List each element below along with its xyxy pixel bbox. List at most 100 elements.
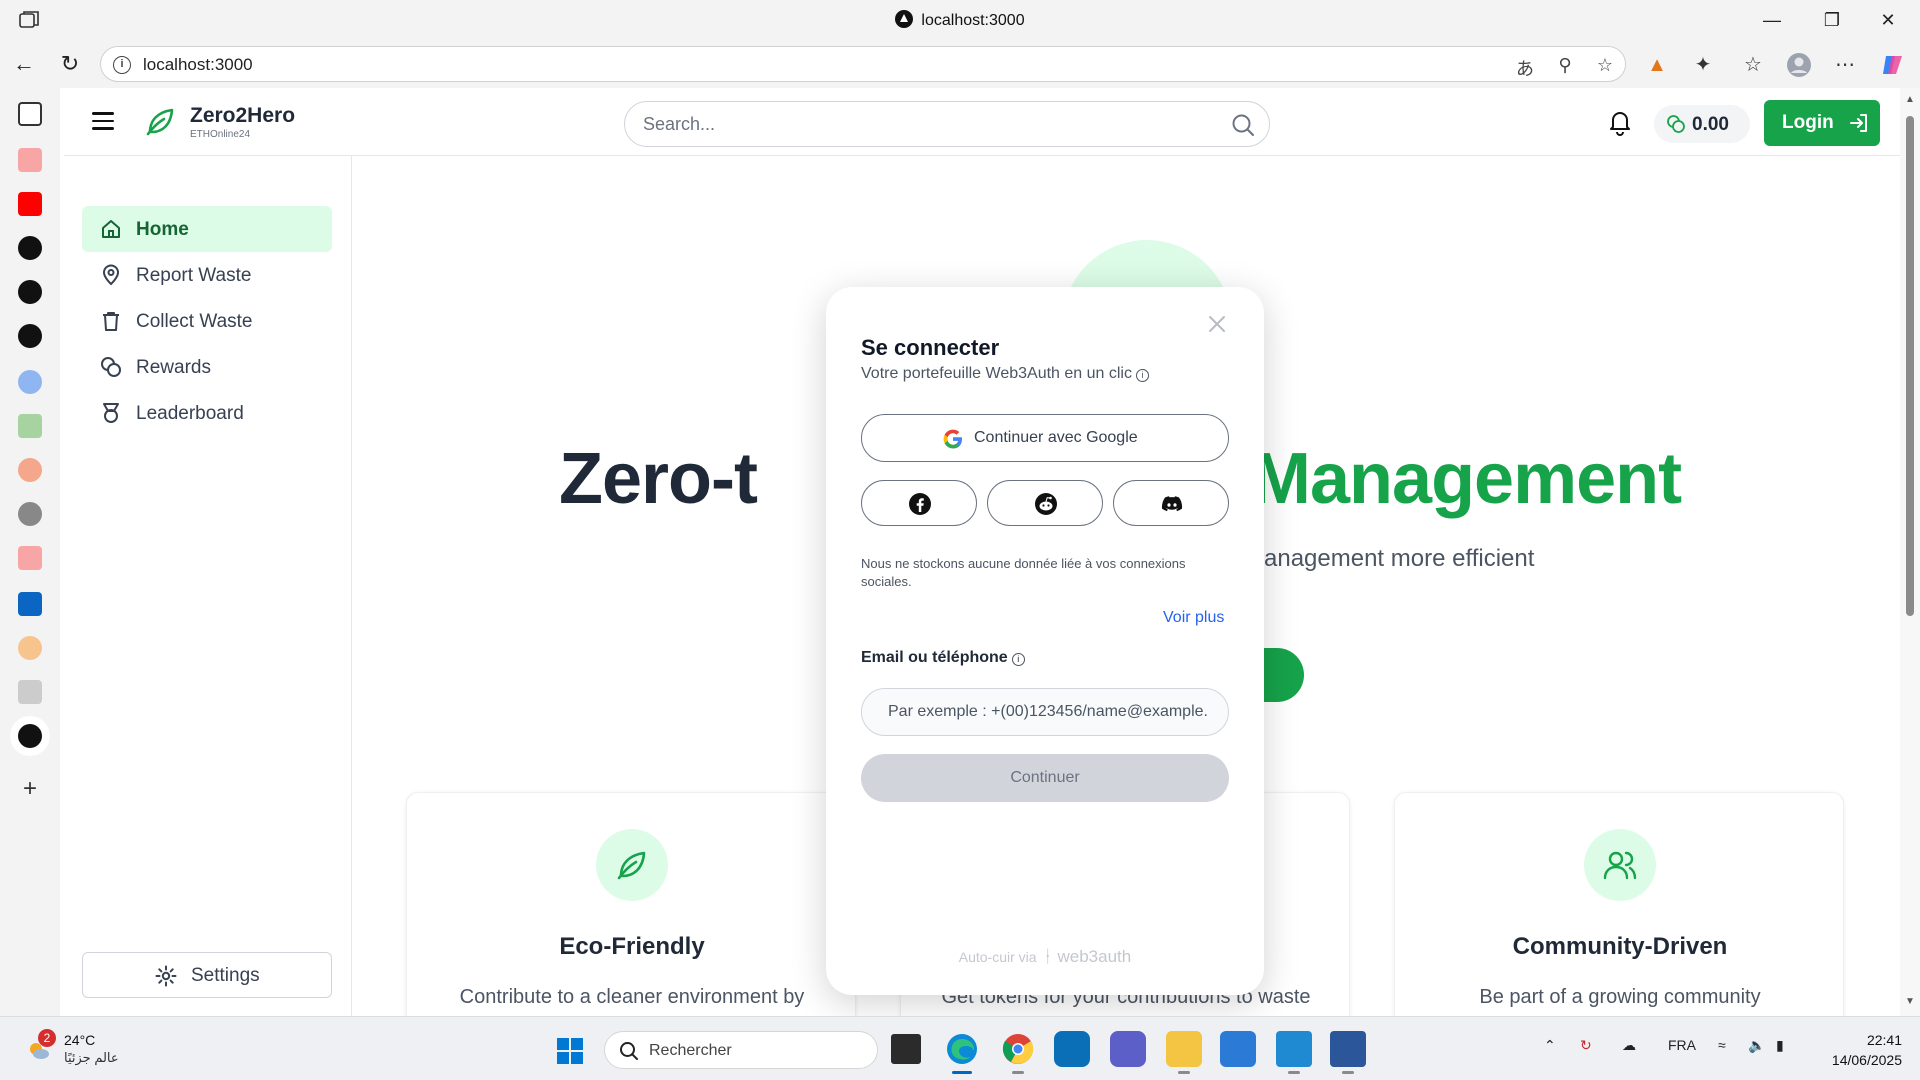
task-view-icon[interactable]	[888, 1031, 924, 1067]
store-icon[interactable]	[1220, 1031, 1256, 1067]
search-icon[interactable]	[1231, 113, 1255, 137]
weather-badge: 2	[38, 1029, 56, 1047]
dell-icon[interactable]	[1054, 1031, 1090, 1067]
google-login-button[interactable]: Continuer avec Google	[861, 414, 1229, 462]
facebook-tab-icon[interactable]	[18, 370, 42, 394]
scroll-down-icon[interactable]: ▼	[1904, 996, 1916, 1007]
facebook-login-button[interactable]	[861, 480, 977, 526]
sidebar: Home Report Waste Collect Waste Rewards …	[64, 156, 352, 1016]
sidebar-item-home[interactable]: Home	[82, 206, 332, 252]
file-explorer-icon[interactable]	[1166, 1031, 1202, 1074]
settings-button[interactable]: Settings	[82, 952, 332, 998]
nvidia-tab-icon[interactable]	[18, 414, 42, 438]
chrome-icon[interactable]	[1000, 1031, 1036, 1074]
site-info-icon[interactable]: i	[113, 56, 131, 74]
login-button[interactable]: Login	[1764, 100, 1880, 146]
info-icon[interactable]: i	[1135, 369, 1149, 382]
metamask-icon[interactable]: ▲	[1644, 52, 1670, 78]
onedrive-icon[interactable]: ☁	[1622, 1037, 1636, 1054]
chatgpt-tab-icon[interactable]	[18, 324, 42, 348]
feature-description: Be part of a growing community	[1479, 986, 1761, 1008]
email-label-text: Email ou téléphone	[861, 649, 1008, 666]
page-scrollbar[interactable]: ▲ ▼	[1900, 88, 1920, 1016]
balance-display[interactable]: 0.00	[1654, 105, 1750, 143]
tray-chevron-icon[interactable]: ⌃	[1544, 1037, 1556, 1054]
discord-login-button[interactable]	[1113, 480, 1229, 526]
modal-subtitle-text: Votre portefeuille Web3Auth en un clic	[861, 365, 1132, 382]
scroll-up-icon[interactable]: ▲	[1904, 94, 1916, 105]
back-button[interactable]: ←	[10, 50, 38, 78]
extensions-icon[interactable]: ✦	[1690, 52, 1716, 78]
modal-title: Se connecter	[861, 335, 1000, 360]
restore-button[interactable]: ❐	[1812, 6, 1852, 34]
favorite-star-icon[interactable]: ☆	[1593, 55, 1617, 76]
scrollbar-thumb[interactable]	[1906, 116, 1914, 616]
address-bar[interactable]: i localhost:3000 あ ⚲ ☆	[100, 46, 1626, 82]
sidebar-item-label: Leaderboard	[136, 403, 244, 424]
volume-icon[interactable]: 🔈	[1748, 1037, 1765, 1054]
generic-tab-icon[interactable]	[18, 680, 42, 704]
vscode-icon[interactable]	[1276, 1031, 1312, 1074]
url-text[interactable]: localhost:3000	[143, 55, 253, 75]
zoom-icon[interactable]: ⚲	[1553, 55, 1577, 76]
continue-button[interactable]: Continuer	[861, 754, 1229, 802]
wifi-icon[interactable]: ≈	[1718, 1037, 1726, 1053]
more-options-icon[interactable]: ⋯	[1832, 52, 1858, 78]
powerpoint-tab-icon[interactable]	[18, 458, 42, 482]
windows-start-icon[interactable]	[556, 1037, 584, 1065]
close-window-button[interactable]: ✕	[1868, 6, 1908, 34]
youtube-tab-icon[interactable]	[18, 546, 42, 570]
word-icon[interactable]	[1330, 1031, 1366, 1074]
medium-tab-icon[interactable]	[18, 636, 42, 660]
language-indicator[interactable]: FRA	[1668, 1037, 1696, 1053]
reddit-login-button[interactable]	[987, 480, 1103, 526]
close-icon[interactable]	[1206, 313, 1228, 335]
hero-title-dark: Zero-t	[559, 439, 758, 519]
profile-avatar[interactable]	[1786, 52, 1812, 78]
youtube-tab-icon[interactable]	[18, 148, 42, 172]
tab-actions-icon[interactable]	[18, 102, 42, 126]
login-icon	[1850, 114, 1867, 132]
feature-icon-circle	[596, 829, 668, 901]
edge-icon[interactable]	[944, 1031, 980, 1074]
search-box[interactable]	[624, 101, 1270, 147]
medal-icon	[103, 403, 119, 423]
sidebar-item-leaderboard[interactable]: Leaderboard	[82, 390, 332, 436]
youtube-tab-icon[interactable]	[18, 192, 42, 216]
map-pin-icon	[102, 264, 120, 286]
email-input[interactable]	[888, 703, 1208, 721]
github-tab-icon[interactable]	[18, 236, 42, 260]
bell-icon[interactable]	[1607, 108, 1633, 136]
copilot-icon[interactable]	[1880, 52, 1906, 78]
browser-tab-title[interactable]: localhost:3000	[0, 10, 1920, 30]
minimize-button[interactable]: —	[1752, 6, 1792, 34]
sidebar-item-rewards[interactable]: Rewards	[82, 344, 332, 390]
taskbar-search[interactable]: Rechercher	[604, 1031, 878, 1069]
taskbar-search-label: Rechercher	[649, 1042, 732, 1059]
sync-icon[interactable]: ↻	[1580, 1037, 1592, 1054]
info-icon[interactable]: i	[1011, 653, 1025, 666]
search-input[interactable]	[643, 114, 1183, 135]
email-field[interactable]	[861, 688, 1229, 736]
sidebar-item-collect-waste[interactable]: Collect Waste	[82, 298, 332, 344]
sidebar-item-label: Rewards	[136, 357, 211, 378]
system-clock[interactable]: 22:41 14/06/2025	[1810, 1030, 1902, 1070]
feature-card-eco: Eco-Friendly Contribute to a cleaner env…	[406, 792, 856, 1016]
reload-button[interactable]: ↻	[56, 50, 84, 78]
github-tab-icon[interactable]	[18, 280, 42, 304]
search-icon	[620, 1042, 638, 1060]
feature-icon-circle	[1584, 829, 1656, 901]
battery-icon[interactable]: ▮	[1776, 1037, 1784, 1054]
weather-widget[interactable]: 2 24°C عالم جزئيًا	[24, 1029, 144, 1073]
linkedin-tab-icon[interactable]	[18, 592, 42, 616]
active-localhost-tab-icon[interactable]	[18, 724, 42, 748]
favorites-icon[interactable]: ☆	[1740, 52, 1766, 78]
menu-icon[interactable]	[92, 112, 114, 130]
github-tab-icon[interactable]	[18, 502, 42, 526]
login-label: Login	[1782, 112, 1834, 133]
new-tab-icon[interactable]: +	[18, 777, 42, 802]
sidebar-item-report-waste[interactable]: Report Waste	[82, 252, 332, 298]
voir-plus-link[interactable]: Voir plus	[1163, 609, 1224, 627]
translate-icon[interactable]: あ	[1513, 55, 1537, 81]
teams-icon[interactable]	[1110, 1031, 1146, 1067]
